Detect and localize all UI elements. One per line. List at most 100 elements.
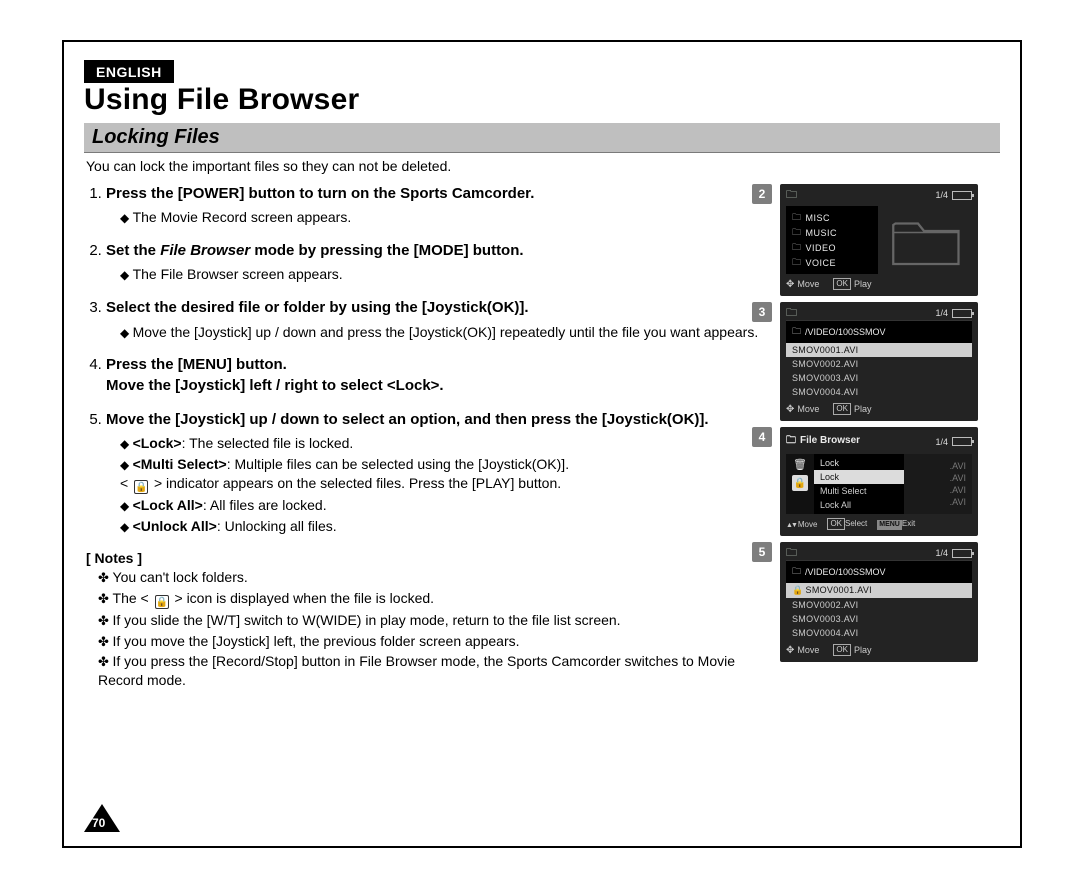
step-4-head-b: Move the [Joystick] left / right to sele… bbox=[106, 376, 774, 396]
move-label: Move bbox=[797, 279, 819, 289]
screenshot-2-screen: 1/4 MISC MUSIC VIDEO VOICE bbox=[780, 184, 978, 296]
screenshot-3: 3 1/4 /VIDEO/100SSMOV SMOV0001.AVI SMOV0… bbox=[780, 302, 1000, 421]
note-3: If you slide the [W/T] switch to W(WIDE)… bbox=[98, 611, 774, 630]
instructions-column: Press the [POWER] button to turn on the … bbox=[84, 184, 774, 692]
folder-preview-icon bbox=[882, 206, 972, 274]
manual-page: ENGLISH Using File Browser Locking Files… bbox=[62, 40, 1022, 848]
step-2-head-em: File Browser bbox=[160, 242, 250, 259]
step-2-head: Set the File Browser mode by pressing th… bbox=[106, 241, 774, 261]
list-item: SMOV0002.AVI bbox=[786, 598, 972, 612]
screenshot-2-badge: 2 bbox=[752, 184, 772, 204]
move-icon bbox=[786, 404, 794, 415]
menu-icon: MENU bbox=[877, 520, 902, 530]
note-2a: The < bbox=[113, 590, 153, 606]
play-label: Play bbox=[854, 404, 872, 414]
list-item: SMOV0002.AVI bbox=[786, 357, 972, 371]
step-4-head-a: Press the [MENU] button. bbox=[106, 355, 774, 375]
screen-title: File Browser bbox=[800, 435, 860, 446]
section-heading: Locking Files bbox=[84, 123, 1000, 153]
step-2-bullet: The File Browser screen appears. bbox=[120, 265, 774, 284]
step-1-bullet: The Movie Record screen appears. bbox=[120, 208, 774, 227]
folder-icon bbox=[786, 304, 797, 323]
list-item: SMOV0003.AVI bbox=[786, 371, 972, 385]
screenshot-4-screen: File Browser 1/4 Lock Lock bbox=[780, 427, 978, 536]
list-item: SMOV0004.AVI bbox=[786, 385, 972, 399]
notes-heading: [ Notes ] bbox=[86, 550, 774, 566]
exit-label: Exit bbox=[902, 519, 915, 528]
page-title: Using File Browser bbox=[84, 83, 1000, 117]
step-5-b2-a: < bbox=[120, 475, 132, 491]
folder-icon bbox=[786, 186, 797, 205]
trash-icon bbox=[793, 458, 807, 471]
select-label: Select bbox=[845, 519, 867, 528]
ok-icon: OK bbox=[833, 403, 851, 415]
menu-tab-column bbox=[786, 454, 814, 514]
path-row: /VIDEO/100SSMOV bbox=[786, 320, 972, 343]
play-label: Play bbox=[854, 645, 872, 655]
screenshot-5-badge: 5 bbox=[752, 542, 772, 562]
folder-icon bbox=[786, 544, 797, 563]
list-item: MISC bbox=[792, 210, 872, 225]
ghost-row: .AVI bbox=[904, 460, 972, 472]
step-3: Select the desired file or folder by usi… bbox=[106, 298, 774, 341]
page-count: 1/4 bbox=[935, 437, 948, 447]
step-2: Set the File Browser mode by pressing th… bbox=[106, 241, 774, 284]
ok-icon: OK bbox=[833, 278, 851, 290]
list-item: VOICE bbox=[792, 255, 872, 270]
step-4: Press the [MENU] button. Move the [Joyst… bbox=[106, 355, 774, 396]
lock-icon bbox=[792, 585, 806, 595]
page-count: 1/4 bbox=[935, 190, 948, 200]
step-1: Press the [POWER] button to turn on the … bbox=[106, 184, 774, 227]
move-label: Move bbox=[797, 645, 819, 655]
list-item: VIDEO bbox=[792, 240, 872, 255]
page-count: 1/4 bbox=[935, 548, 948, 558]
folder-icon bbox=[792, 564, 801, 580]
list-item: MUSIC bbox=[792, 225, 872, 240]
battery-icon bbox=[952, 437, 972, 446]
menu-preview: .AVI .AVI .AVI .AVI bbox=[904, 454, 972, 514]
screenshot-5: 5 1/4 /VIDEO/100SSMOV SMOV0001.AVI SMOV0… bbox=[780, 542, 1000, 662]
language-badge: ENGLISH bbox=[84, 60, 174, 83]
step-5-b3: <Lock All>: All files are locked. bbox=[120, 496, 774, 515]
folder-list: MISC MUSIC VIDEO VOICE bbox=[786, 206, 878, 274]
folder-icon bbox=[792, 324, 801, 340]
folder-icon bbox=[792, 240, 802, 256]
menu-item: Multi Select bbox=[814, 484, 904, 498]
step-5-head: Move the [Joystick] up / down to select … bbox=[106, 410, 774, 430]
lock-icon bbox=[792, 475, 808, 491]
list-item: SMOV0003.AVI bbox=[786, 612, 972, 626]
screenshot-4-badge: 4 bbox=[752, 427, 772, 447]
menu-item: Lock bbox=[814, 470, 904, 484]
folder-icon bbox=[792, 255, 802, 271]
step-5-b2-b: > indicator appears on the selected file… bbox=[150, 475, 561, 491]
step-1-head: Press the [POWER] button to turn on the … bbox=[106, 184, 774, 204]
step-3-bullet: Move the [Joystick] up / down and press … bbox=[120, 323, 774, 342]
ok-icon: OK bbox=[833, 644, 851, 656]
screenshot-3-badge: 3 bbox=[752, 302, 772, 322]
step-2-head-a: Set the bbox=[106, 242, 160, 259]
ok-icon: OK bbox=[827, 518, 845, 530]
list-item: SMOV0001.AVI bbox=[786, 343, 972, 357]
notes-list: You can't lock folders. The < 🔒 > icon i… bbox=[84, 568, 774, 690]
lock-icon: 🔒 bbox=[155, 595, 169, 609]
list-item: SMOV0004.AVI bbox=[786, 626, 972, 640]
screenshot-3-screen: 1/4 /VIDEO/100SSMOV SMOV0001.AVI SMOV000… bbox=[780, 302, 978, 421]
move-label: Move bbox=[798, 520, 818, 529]
folder-icon bbox=[792, 225, 802, 241]
page-number: 70 bbox=[92, 816, 105, 830]
screenshot-4: 4 File Browser 1/4 bbox=[780, 427, 1000, 536]
lock-icon: 🔒 bbox=[134, 480, 148, 494]
note-4: If you move the [Joystick] left, the pre… bbox=[98, 632, 774, 651]
folder-icon bbox=[792, 210, 802, 226]
battery-icon bbox=[952, 191, 972, 200]
folder-icon bbox=[786, 435, 800, 446]
menu-list: Lock Lock Multi Select Lock All bbox=[814, 454, 904, 514]
path-row: /VIDEO/100SSMOV bbox=[786, 560, 972, 583]
move-label: Move bbox=[797, 404, 819, 414]
note-2: The < 🔒 > icon is displayed when the fil… bbox=[98, 589, 774, 609]
note-5: If you press the [Record/Stop] button in… bbox=[98, 652, 774, 690]
move-icon bbox=[786, 645, 794, 656]
battery-icon bbox=[952, 549, 972, 558]
screenshots-column: 2 1/4 MISC MUSIC VIDEO bbox=[780, 184, 1000, 692]
screenshot-5-screen: 1/4 /VIDEO/100SSMOV SMOV0001.AVI SMOV000… bbox=[780, 542, 978, 662]
